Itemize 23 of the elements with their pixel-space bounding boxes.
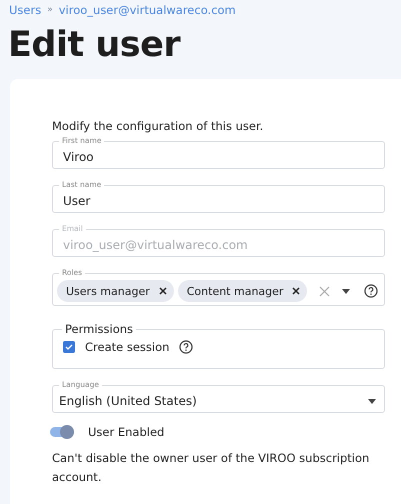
field-value: viroo_user@virtualwareco.com xyxy=(63,238,248,252)
breadcrumb-separator: » xyxy=(47,5,53,15)
role-chip: Users manager xyxy=(57,280,174,302)
field-value: User xyxy=(63,194,90,208)
note-text: Can't disable the owner user of the VIROO subscription account. xyxy=(52,450,370,486)
close-icon xyxy=(158,287,167,295)
field-value: Viroo xyxy=(63,150,94,164)
caret-icon[interactable] xyxy=(342,288,350,294)
checkbox[interactable] xyxy=(63,341,75,353)
caret-icon[interactable] xyxy=(368,398,376,404)
checkbox-label: Create session xyxy=(85,340,170,354)
checkmark-icon xyxy=(65,344,73,350)
toggle-label: User Enabled xyxy=(88,425,164,439)
permissions-legend: Permissions xyxy=(62,322,136,336)
description-text: Modify the configuration of this user. xyxy=(52,119,264,133)
close-icon xyxy=(292,287,300,295)
help-icon[interactable] xyxy=(364,284,378,298)
help-icon[interactable] xyxy=(179,340,194,354)
toggle-switch[interactable] xyxy=(50,427,74,437)
select-value: English (United States) xyxy=(59,394,197,408)
page-title: Edit user xyxy=(8,24,182,67)
clear-icon xyxy=(319,286,330,296)
role-chip: Content manager xyxy=(178,280,308,302)
